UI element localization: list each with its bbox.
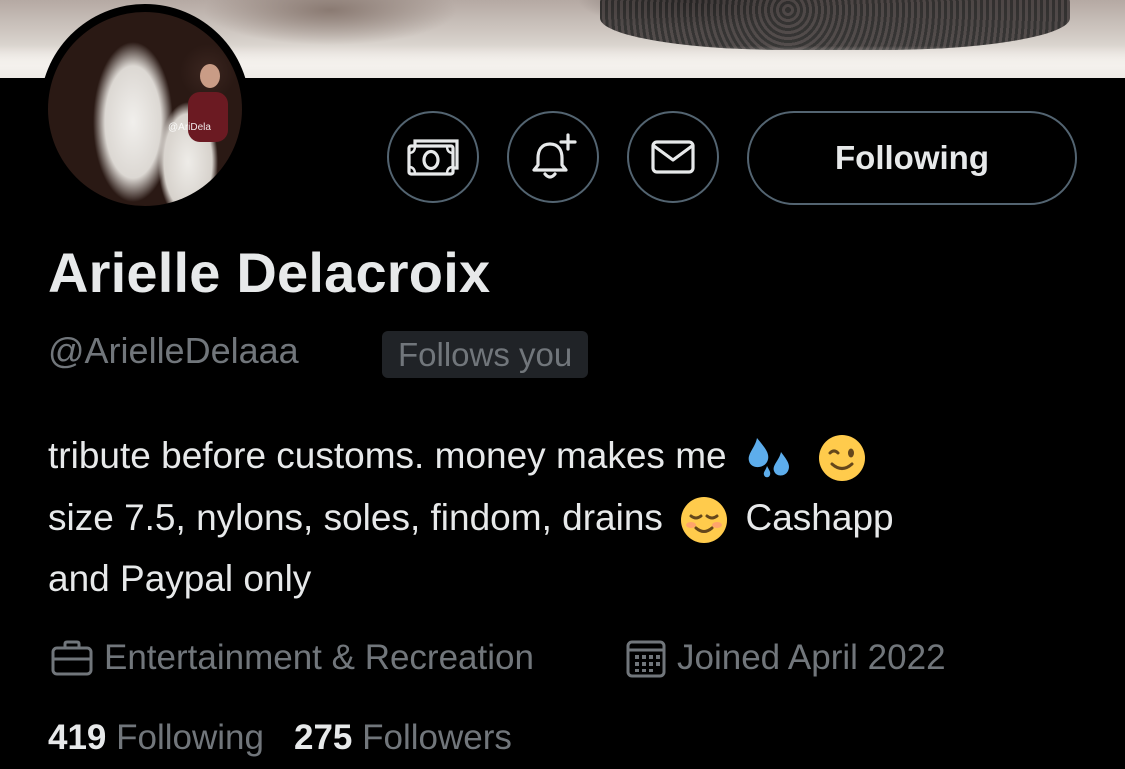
bio-text-1: tribute before customs. money makes me bbox=[48, 435, 727, 476]
bio-text-2-tail: Cashapp bbox=[745, 496, 894, 538]
display-name: Arielle Delacroix bbox=[48, 241, 491, 304]
smiling-face-emoji-icon bbox=[681, 496, 728, 543]
avatar-image: @AriDela bbox=[48, 12, 242, 206]
bio-line-1: tribute before customs. money makes me bbox=[48, 425, 1088, 487]
envelope-icon bbox=[651, 140, 695, 174]
following-count: 419 bbox=[48, 718, 107, 757]
following-button[interactable]: Following bbox=[747, 111, 1077, 205]
calendar-icon bbox=[626, 640, 666, 678]
follows-you-badge: Follows you bbox=[382, 331, 589, 378]
bio-text-2: size 7.5, nylons, soles, findom, drains bbox=[48, 496, 663, 538]
following-count-link[interactable]: 419 Following bbox=[48, 718, 264, 758]
bio-line-3: and Paypal only bbox=[48, 558, 312, 599]
profile-avatar[interactable]: @AriDela bbox=[40, 4, 250, 214]
category-label: Entertainment & Recreation bbox=[104, 638, 534, 677]
profile-joined: Joined April 2022 bbox=[625, 634, 946, 682]
briefcase-icon bbox=[51, 640, 93, 676]
avatar-body-detail bbox=[188, 92, 228, 142]
winking-face-emoji-icon bbox=[819, 435, 866, 482]
bio-line-2: size 7.5, nylons, soles, findom, drains … bbox=[48, 487, 1088, 549]
sweat-droplets-emoji-icon bbox=[748, 438, 789, 478]
money-icon bbox=[407, 139, 459, 176]
user-handle: @ArielleDelaaa bbox=[48, 330, 299, 371]
avatar-watermark: @AriDela bbox=[168, 122, 211, 133]
message-button[interactable] bbox=[627, 111, 719, 203]
joined-label: Joined April 2022 bbox=[677, 638, 946, 677]
banner-lace-detail bbox=[600, 0, 1070, 50]
profile-category: Entertainment & Recreation bbox=[50, 634, 534, 682]
notifications-button[interactable] bbox=[507, 111, 599, 203]
followers-count-label: Followers bbox=[362, 718, 512, 757]
tip-button[interactable] bbox=[387, 111, 479, 203]
profile-bio: tribute before customs. money makes me s… bbox=[48, 425, 1088, 610]
following-count-label: Following bbox=[116, 718, 264, 757]
followers-count-link[interactable]: 275 Followers bbox=[294, 718, 512, 758]
avatar-face-detail bbox=[200, 64, 220, 88]
followers-count: 275 bbox=[294, 718, 353, 757]
follow-counts: 419 Following 275 Followers bbox=[48, 718, 512, 758]
bell-plus-icon bbox=[532, 133, 577, 179]
